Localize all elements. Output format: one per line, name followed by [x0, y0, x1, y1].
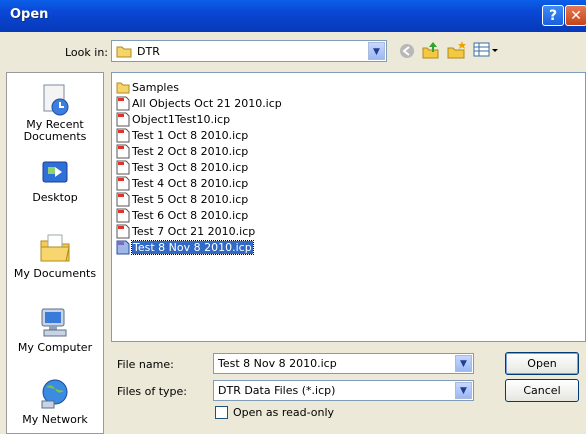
new-folder-icon[interactable]	[446, 40, 468, 60]
place-my-computer[interactable]: My Computer	[7, 305, 103, 354]
chevron-down-icon[interactable]: ▼	[455, 355, 472, 372]
place-label: My Documents	[13, 267, 97, 280]
file-name: Test 5 Oct 8 2010.icp	[132, 192, 249, 206]
readonly-label: Open as read-only	[233, 406, 335, 419]
icp-file-icon	[116, 128, 130, 142]
icp-file-icon	[116, 144, 130, 158]
filename-value: Test 8 Nov 8 2010.icp	[218, 357, 337, 370]
file-name: Test 7 Oct 21 2010.icp	[132, 224, 256, 238]
desktop-icon	[42, 161, 68, 183]
file-name: Test 8 Nov 8 2010.icp	[131, 239, 254, 255]
filename-label: File name:	[117, 358, 174, 371]
list-item[interactable]: All Objects Oct 21 2010.icp	[116, 95, 282, 111]
recent-documents-icon	[43, 84, 69, 116]
filetype-value: DTR Data Files (*.icp)	[218, 384, 336, 397]
filetype-dropdown[interactable]: DTR Data Files (*.icp) ▼	[213, 380, 474, 401]
place-label: Desktop	[32, 191, 78, 204]
folder-icon	[116, 82, 130, 93]
my-documents-icon	[40, 234, 70, 262]
title-bar[interactable]: Open ? ✕	[0, 0, 586, 32]
icp-file-icon	[116, 240, 130, 254]
place-my-network[interactable]: My Network	[7, 377, 103, 426]
place-label: My Recent Documents	[23, 118, 87, 143]
chevron-down-icon[interactable]: ▼	[368, 42, 385, 60]
icp-file-icon	[116, 96, 130, 110]
file-list[interactable]: Samples All Objects Oct 21 2010.icp Obje…	[111, 72, 586, 342]
help-icon: ?	[548, 8, 558, 24]
list-item[interactable]: Object1Test10.icp	[116, 111, 230, 127]
lookin-label: Look in:	[65, 46, 108, 59]
open-button[interactable]: Open	[505, 352, 579, 375]
list-item[interactable]: Test 7 Oct 21 2010.icp	[116, 223, 255, 239]
file-name: Test 2 Oct 8 2010.icp	[132, 144, 249, 158]
place-label: My Computer	[17, 341, 93, 354]
window-title: Open	[10, 7, 49, 22]
icp-file-icon	[116, 160, 130, 174]
place-desktop[interactable]: Desktop	[7, 159, 103, 204]
file-name: Test 3 Oct 8 2010.icp	[132, 160, 249, 174]
filename-input[interactable]: Test 8 Nov 8 2010.icp ▼	[213, 353, 474, 374]
icp-file-icon	[116, 208, 130, 222]
views-menu-icon[interactable]	[473, 41, 501, 59]
place-my-documents[interactable]: My Documents	[7, 231, 103, 280]
icp-file-icon	[116, 192, 130, 206]
cancel-button[interactable]: Cancel	[505, 379, 579, 402]
list-item-selected[interactable]: Test 8 Nov 8 2010.icp	[116, 239, 254, 255]
lookin-value: DTR	[137, 45, 160, 58]
file-name: Test 1 Oct 8 2010.icp	[132, 128, 249, 142]
my-computer-icon	[41, 308, 67, 337]
file-name: Samples	[132, 80, 179, 94]
file-name: Object1Test10.icp	[132, 112, 231, 126]
places-bar: My Recent Documents Desktop My Documents…	[6, 72, 104, 434]
folder-icon	[116, 46, 132, 58]
file-name: Test 6 Oct 8 2010.icp	[132, 208, 249, 222]
list-item[interactable]: Test 1 Oct 8 2010.icp	[116, 127, 248, 143]
icp-file-icon	[116, 112, 130, 126]
icp-file-icon	[116, 176, 130, 190]
list-item[interactable]: Test 4 Oct 8 2010.icp	[116, 175, 248, 191]
place-my-recent-documents[interactable]: My Recent Documents	[7, 83, 103, 143]
lookin-dropdown[interactable]: DTR ▼	[111, 40, 387, 62]
back-icon[interactable]	[398, 42, 416, 60]
list-item[interactable]: Test 3 Oct 8 2010.icp	[116, 159, 248, 175]
file-name: Test 4 Oct 8 2010.icp	[132, 176, 249, 190]
place-label: My Network	[22, 413, 88, 426]
help-button[interactable]: ?	[542, 5, 564, 26]
readonly-checkbox[interactable]	[215, 406, 228, 419]
up-folder-icon[interactable]	[421, 40, 441, 60]
list-item[interactable]: Test 5 Oct 8 2010.icp	[116, 191, 248, 207]
file-name: All Objects Oct 21 2010.icp	[132, 96, 282, 110]
chevron-down-icon[interactable]: ▼	[455, 382, 472, 399]
close-icon: ✕	[570, 8, 582, 24]
list-item[interactable]: Test 2 Oct 8 2010.icp	[116, 143, 248, 159]
close-button[interactable]: ✕	[565, 5, 586, 26]
filetype-label: Files of type:	[117, 385, 188, 398]
icp-file-icon	[116, 224, 130, 238]
list-item[interactable]: Test 6 Oct 8 2010.icp	[116, 207, 248, 223]
list-item[interactable]: Samples	[116, 79, 179, 95]
my-network-icon	[41, 379, 68, 409]
